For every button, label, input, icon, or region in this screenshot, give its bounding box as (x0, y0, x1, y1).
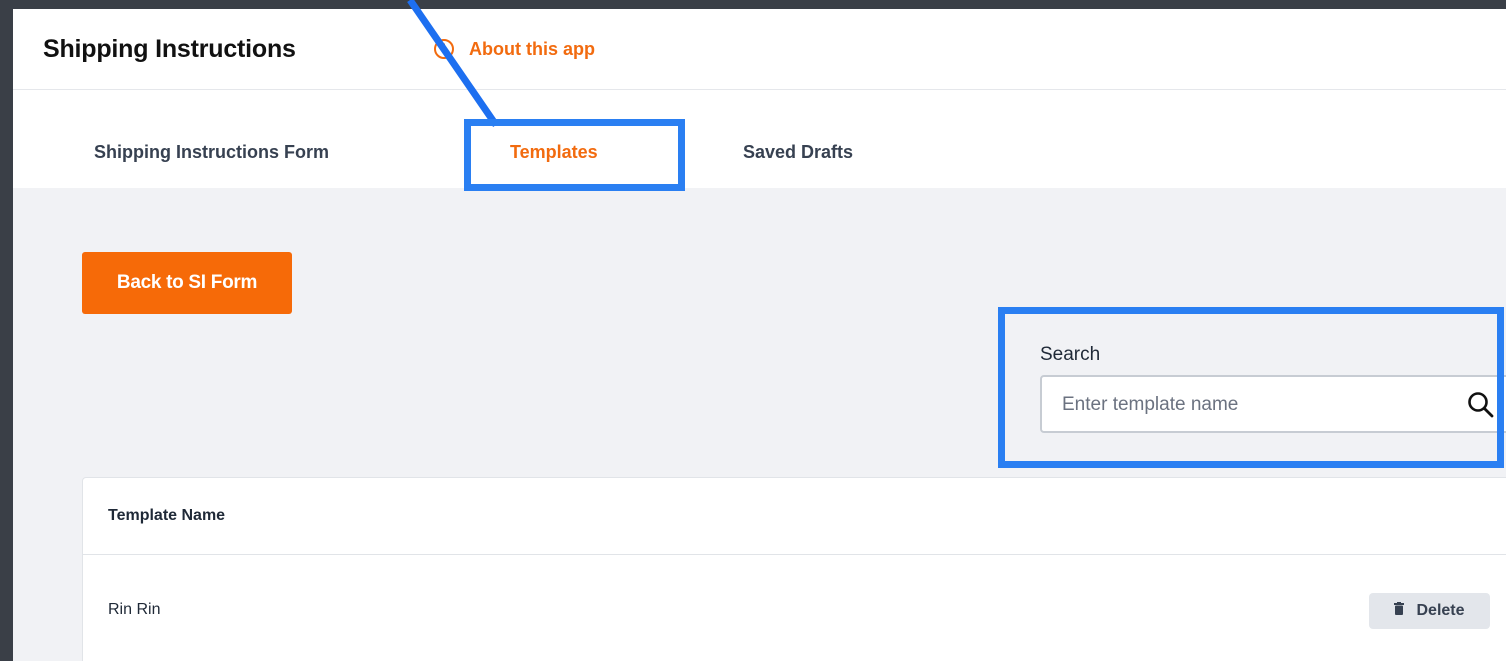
templates-table: Template Name Rin Rin Delete (82, 477, 1506, 661)
delete-button[interactable]: Delete (1369, 593, 1490, 629)
table-row: Rin Rin Delete (83, 555, 1506, 661)
search-label: Search (1040, 344, 1101, 365)
app-window: Shipping Instructions About this app Shi… (0, 0, 1506, 661)
delete-label: Delete (1416, 602, 1465, 619)
app-header: Shipping Instructions About this app (13, 9, 1506, 90)
table-header: Template Name (83, 478, 1506, 555)
search-field (1040, 375, 1506, 433)
about-app-link[interactable]: About this app (433, 38, 595, 60)
tab-bar: Shipping Instructions Form Templates Sav… (13, 90, 1506, 188)
template-name-cell: Rin Rin (108, 601, 161, 618)
back-to-si-form-button[interactable]: Back to SI Form (82, 252, 292, 314)
about-app-label: About this app (469, 38, 595, 59)
tab-saved-drafts[interactable]: Saved Drafts (743, 142, 853, 163)
tab-shipping-instructions-form[interactable]: Shipping Instructions Form (94, 142, 329, 163)
trash-icon (1394, 602, 1405, 620)
info-icon (433, 38, 455, 60)
tab-templates[interactable]: Templates (510, 142, 598, 163)
templates-panel: Back to SI Form Search Template Name Rin… (13, 188, 1506, 661)
column-header-template-name: Template Name (108, 507, 226, 524)
search-icon[interactable] (1466, 390, 1496, 425)
page-title: Shipping Instructions (43, 35, 296, 63)
search-input[interactable] (1060, 377, 1444, 433)
